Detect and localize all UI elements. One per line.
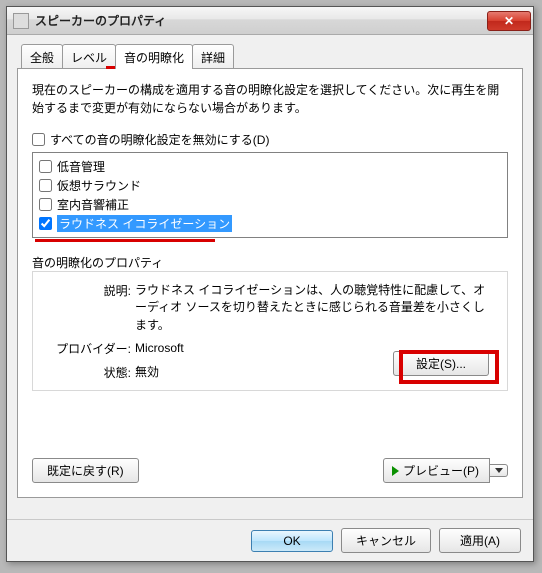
tab-general[interactable]: 全般 bbox=[21, 44, 63, 69]
tab-label: 全般 bbox=[30, 51, 54, 65]
enhancements-list[interactable]: 低音管理 仮想サラウンド 室内音響補正 ラウドネス イコライゼーション bbox=[32, 152, 508, 238]
window-title: スピーカーのプロパティ bbox=[35, 12, 487, 29]
ok-button[interactable]: OK bbox=[251, 530, 333, 552]
tab-panel: 現在のスピーカーの構成を適用する音の明瞭化設定を選択してください。次に再生を開始… bbox=[17, 68, 523, 498]
tab-label: 音の明瞭化 bbox=[124, 51, 184, 65]
prop-description: 説明: ラウドネス イコライゼーションは、人の聴覚特性に配慮して、オーディオ ソ… bbox=[45, 282, 495, 334]
checkbox-loudness[interactable] bbox=[39, 217, 52, 230]
disable-all-label: すべての音の明瞭化設定を無効にする(D) bbox=[50, 131, 269, 148]
desc-value: ラウドネス イコライゼーションは、人の聴覚特性に配慮して、オーディオ ソースを切… bbox=[135, 282, 495, 334]
client-area: 全般 レベル 音の明瞭化 詳細 現在のスピーカーの構成を適用する音の明瞭化設定を… bbox=[7, 35, 533, 519]
apply-button[interactable]: 適用(A) bbox=[439, 528, 521, 553]
properties-group: 説明: ラウドネス イコライゼーションは、人の聴覚特性に配慮して、オーディオ ソ… bbox=[32, 271, 508, 391]
item-label: 仮想サラウンド bbox=[57, 177, 141, 194]
disable-all-checkbox[interactable] bbox=[32, 133, 45, 146]
preview-button[interactable]: プレビュー(P) bbox=[383, 458, 490, 483]
tab-strip: 全般 レベル 音の明瞭化 詳細 bbox=[17, 43, 523, 68]
list-item-virtual[interactable]: 仮想サラウンド bbox=[39, 176, 501, 195]
speaker-icon bbox=[13, 13, 29, 29]
disable-all-checkbox-row[interactable]: すべての音の明瞭化設定を無効にする(D) bbox=[32, 131, 508, 148]
apply-label: 適用(A) bbox=[460, 534, 500, 548]
item-label: 低音管理 bbox=[57, 158, 105, 175]
restore-label: 既定に戻す(R) bbox=[47, 464, 124, 478]
panel-bottom-row: 既定に戻す(R) プレビュー(P) bbox=[18, 448, 522, 483]
state-label: 状態: bbox=[45, 364, 135, 381]
cancel-button[interactable]: キャンセル bbox=[341, 528, 431, 553]
tab-enhancements[interactable]: 音の明瞭化 bbox=[115, 44, 193, 69]
intro-text: 現在のスピーカーの構成を適用する音の明瞭化設定を選択してください。次に再生を開始… bbox=[32, 81, 508, 117]
checkbox-virtual[interactable] bbox=[39, 179, 52, 192]
settings-button[interactable]: 設定(S)... bbox=[393, 351, 489, 376]
cancel-label: キャンセル bbox=[356, 534, 416, 548]
restore-defaults-button[interactable]: 既定に戻す(R) bbox=[32, 458, 139, 483]
tab-label: レベル bbox=[71, 51, 107, 65]
item-label: 室内音響補正 bbox=[57, 196, 129, 213]
ok-label: OK bbox=[283, 534, 300, 548]
list-item-room[interactable]: 室内音響補正 bbox=[39, 195, 501, 214]
properties-group-title: 音の明瞭化のプロパティ bbox=[32, 254, 508, 271]
close-icon: ✕ bbox=[504, 14, 514, 28]
preview-dropdown-button[interactable] bbox=[490, 464, 508, 477]
desc-label: 説明: bbox=[45, 282, 135, 334]
checkbox-bass[interactable] bbox=[39, 160, 52, 173]
tab-advanced[interactable]: 詳細 bbox=[192, 44, 234, 69]
checkbox-room[interactable] bbox=[39, 198, 52, 211]
dialog-footer: OK キャンセル 適用(A) bbox=[7, 519, 533, 561]
settings-button-label: 設定(S)... bbox=[416, 357, 466, 371]
tab-label: 詳細 bbox=[201, 51, 225, 65]
titlebar[interactable]: スピーカーのプロパティ ✕ bbox=[7, 7, 533, 35]
list-item-loudness[interactable]: ラウドネス イコライゼーション bbox=[39, 214, 501, 233]
play-icon bbox=[392, 466, 399, 476]
preview-control: プレビュー(P) bbox=[383, 458, 508, 483]
provider-label: プロバイダー: bbox=[45, 340, 135, 357]
chevron-down-icon bbox=[495, 468, 503, 473]
list-item-bass[interactable]: 低音管理 bbox=[39, 157, 501, 176]
preview-label: プレビュー(P) bbox=[403, 462, 479, 479]
item-label: ラウドネス イコライゼーション bbox=[57, 215, 232, 232]
dialog-window: スピーカーのプロパティ ✕ 全般 レベル 音の明瞭化 詳細 現在のスピーカーの構… bbox=[6, 6, 534, 562]
highlight-underline bbox=[35, 239, 215, 242]
close-button[interactable]: ✕ bbox=[487, 11, 531, 31]
